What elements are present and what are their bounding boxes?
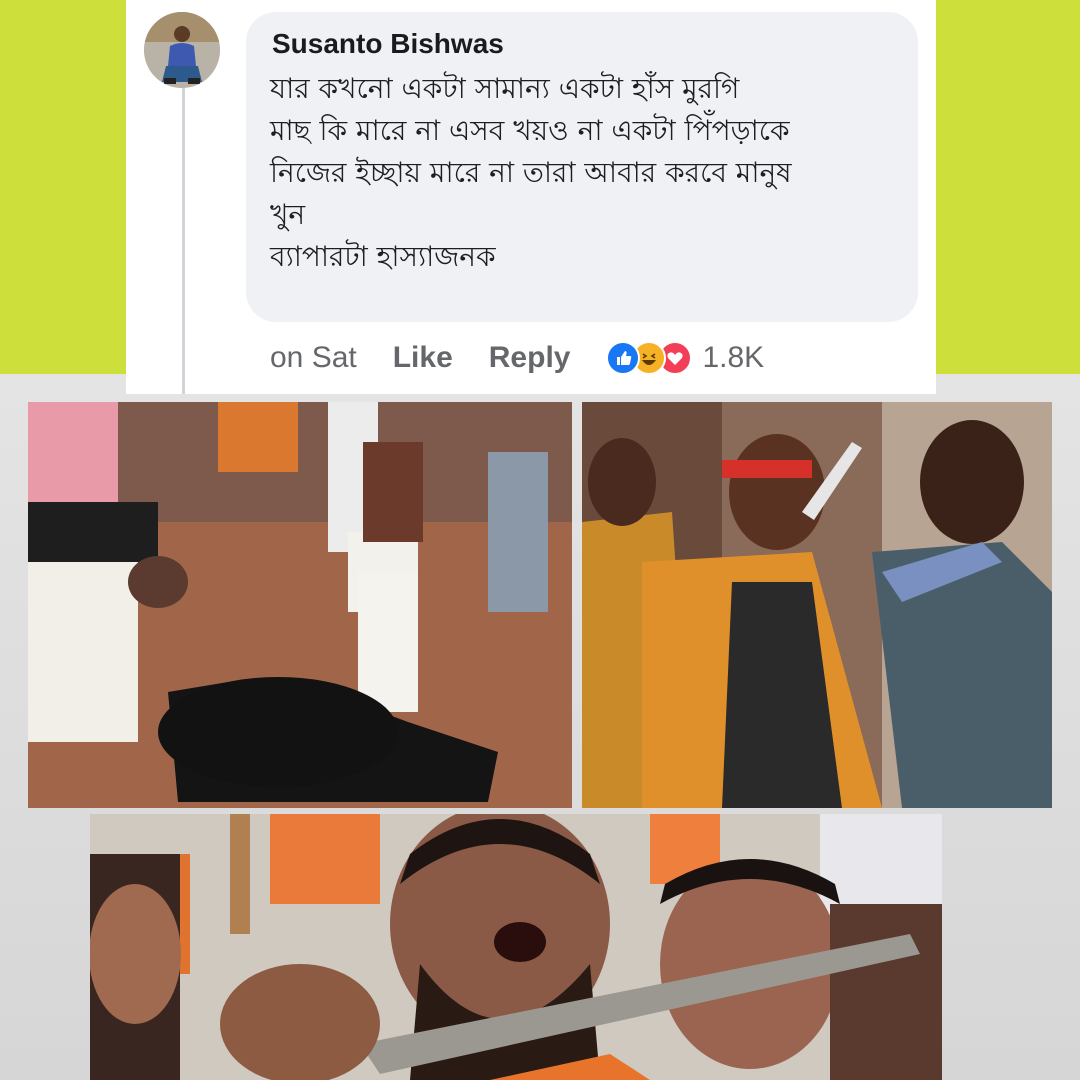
reaction-count[interactable]: 1.8K [702,341,764,375]
comment-line: মাছ কি মারে না এসব খয়ও না একটা পিঁপড়াক… [270,114,790,147]
like-icon [606,341,641,375]
comment-text: যার কখনো একটা সামান্য একটা হাঁস মুরগি মা… [270,68,910,278]
comment-line: নিজের ইচ্ছায় মারে না তারা আবার করবে মান… [270,156,792,189]
saffron-scarf-confrontation-photo [582,402,1052,808]
comment-line: খুন [270,198,306,231]
comment-line: যার কখনো একটা সামান্য একটা হাঁস মুরগি [270,72,740,105]
comment-author[interactable]: Susanto Bishwas [272,28,504,60]
avatar[interactable] [144,12,220,88]
goat-sacrifice-photo [28,402,572,808]
reply-button[interactable]: Reply [489,341,571,375]
comment-actions: on Sat Like Reply 1.8K [270,336,764,380]
like-button[interactable]: Like [393,341,453,375]
comment-timestamp[interactable]: on Sat [270,341,357,375]
machete-crowd-photo [90,814,942,1080]
reactions-summary[interactable] [606,341,693,375]
comment-line: ব্যাপারটা হাস্যাজনক [270,240,496,273]
thread-line [182,88,185,394]
